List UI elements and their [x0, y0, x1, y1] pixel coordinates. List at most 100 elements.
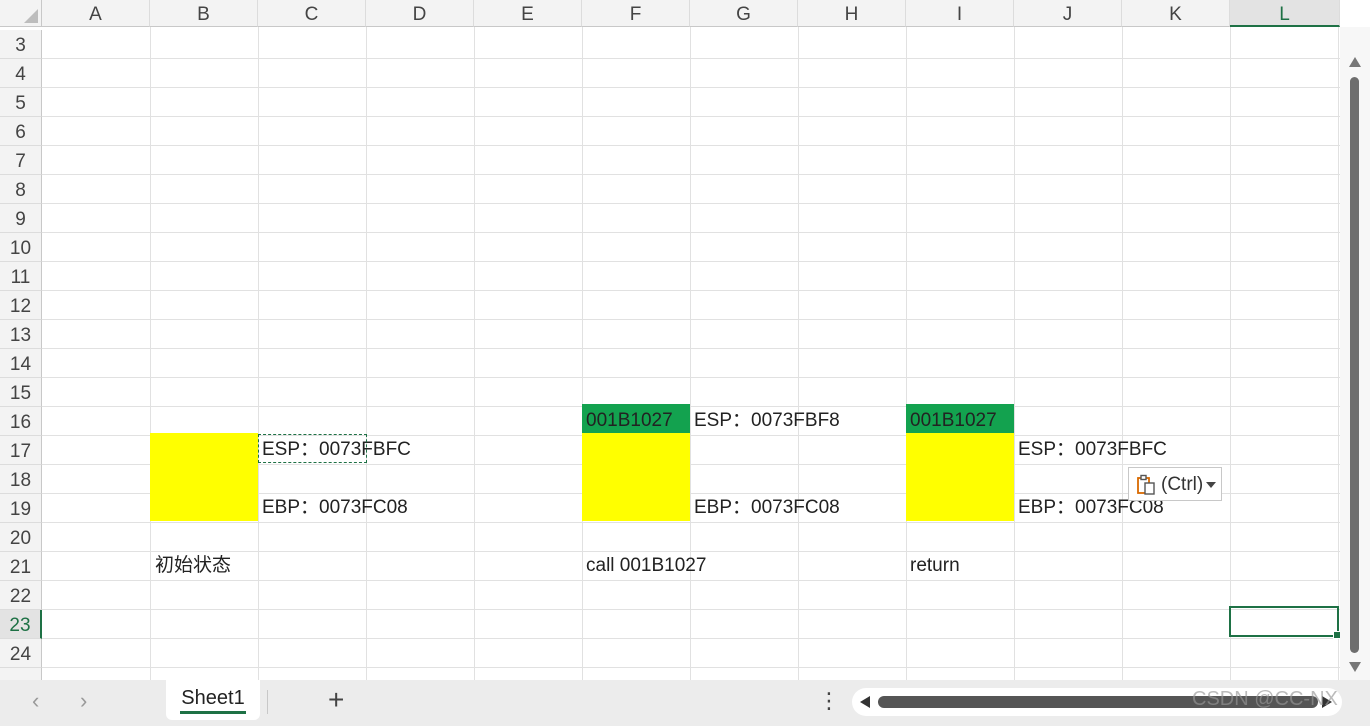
- row-header-16[interactable]: 16: [0, 407, 42, 436]
- paste-options-label: (Ctrl): [1161, 474, 1204, 495]
- row-header-15[interactable]: 15: [0, 378, 42, 407]
- column-header-e[interactable]: E: [474, 0, 582, 27]
- column-header-d[interactable]: D: [366, 0, 474, 27]
- cell-f21[interactable]: call 001B1027: [586, 551, 706, 580]
- scroll-up-icon[interactable]: [1349, 57, 1361, 67]
- next-sheet-icon[interactable]: ›: [80, 690, 87, 712]
- row-header-8[interactable]: 8: [0, 175, 42, 204]
- column-header-l[interactable]: L: [1230, 0, 1340, 27]
- row-header-6[interactable]: 6: [0, 117, 42, 146]
- row-header-12[interactable]: 12: [0, 291, 42, 320]
- row-header-19[interactable]: 19: [0, 494, 42, 523]
- cell-b21[interactable]: 初始状态: [155, 551, 231, 580]
- row-header-4[interactable]: 4: [0, 59, 42, 88]
- row-header-25[interactable]: [0, 668, 42, 680]
- column-header-c[interactable]: C: [258, 0, 366, 27]
- gridline: [42, 580, 1340, 581]
- gridline: [42, 609, 1340, 610]
- sheet-tab-bar: ‹ › Sheet1 + ⋮: [0, 680, 1370, 726]
- vertical-scrollbar[interactable]: [1340, 27, 1370, 680]
- copy-marquee: [258, 434, 367, 463]
- row-header-7[interactable]: 7: [0, 146, 42, 175]
- gridline: [42, 377, 1340, 378]
- gridline: [1338, 27, 1339, 680]
- cell-i16[interactable]: 001B1027: [910, 406, 997, 435]
- row-header-20[interactable]: 20: [0, 523, 42, 552]
- column-header-a[interactable]: A: [42, 0, 150, 27]
- vertical-scroll-thumb[interactable]: [1350, 77, 1359, 653]
- gridline: [798, 27, 799, 680]
- paste-options-button[interactable]: (Ctrl): [1128, 467, 1222, 501]
- yellow-block-initial[interactable]: [150, 433, 258, 521]
- column-header-f[interactable]: F: [582, 0, 690, 27]
- active-tab-underline: [180, 711, 246, 714]
- gridline: [150, 27, 151, 680]
- sheet-tab-label: Sheet1: [181, 687, 245, 709]
- add-sheet-button[interactable]: +: [328, 684, 344, 716]
- gridline: [42, 87, 1340, 88]
- row-header-5[interactable]: 5: [0, 88, 42, 117]
- row-header-17[interactable]: 17: [0, 436, 42, 465]
- row-header-3[interactable]: 3: [0, 30, 42, 59]
- yellow-block-call[interactable]: [582, 433, 690, 521]
- chevron-down-icon: [1206, 482, 1216, 488]
- cell-j17[interactable]: ESP：0073FBFC: [1018, 435, 1167, 464]
- gridline: [906, 27, 907, 680]
- gridline: [1014, 27, 1015, 680]
- sheet-tab-sheet1[interactable]: Sheet1: [166, 680, 260, 720]
- gridline: [1122, 27, 1123, 680]
- gridline: [42, 203, 1340, 204]
- row-header-18[interactable]: 18: [0, 465, 42, 494]
- row-header-21[interactable]: 21: [0, 552, 42, 581]
- gridline: [42, 232, 1340, 233]
- row-header-24[interactable]: 24: [0, 639, 42, 668]
- gridline: [42, 116, 1340, 117]
- row-header-14[interactable]: 14: [0, 349, 42, 378]
- cell-g19[interactable]: EBP：0073FC08: [694, 493, 840, 522]
- column-header-g[interactable]: G: [690, 0, 798, 27]
- scroll-left-icon[interactable]: [860, 696, 870, 708]
- gridline: [42, 348, 1340, 349]
- column-header-b[interactable]: B: [150, 0, 258, 27]
- cell-i21[interactable]: return: [910, 551, 960, 580]
- scroll-down-icon[interactable]: [1349, 662, 1361, 672]
- gridline: [42, 145, 1340, 146]
- watermark: CSDN @CC-NX: [1192, 688, 1338, 710]
- gridline: [42, 667, 1340, 668]
- gridline: [42, 174, 1340, 175]
- column-header-h[interactable]: H: [798, 0, 906, 27]
- active-cell-l23[interactable]: [1229, 606, 1340, 639]
- cell-c19[interactable]: EBP：0073FC08: [262, 493, 408, 522]
- divider: [267, 690, 268, 714]
- row-header-22[interactable]: 22: [0, 581, 42, 610]
- gridline: [1230, 27, 1231, 680]
- gridline: [42, 319, 1340, 320]
- gridline: [42, 406, 1340, 407]
- column-header-i[interactable]: I: [906, 0, 1014, 27]
- column-header-k[interactable]: K: [1122, 0, 1230, 27]
- row-header-13[interactable]: 13: [0, 320, 42, 349]
- gridline: [366, 27, 367, 680]
- gridline: [42, 58, 1340, 59]
- gridline: [42, 638, 1340, 639]
- row-header-10[interactable]: 10: [0, 233, 42, 262]
- gridline: [42, 522, 1340, 523]
- row-header-23[interactable]: 23: [0, 610, 42, 639]
- select-all-triangle-icon: [24, 9, 38, 23]
- select-all-corner[interactable]: [0, 0, 42, 27]
- yellow-block-return[interactable]: [906, 433, 1014, 521]
- cell-f16[interactable]: 001B1027: [586, 406, 673, 435]
- row-header-9[interactable]: 9: [0, 204, 42, 233]
- spreadsheet-grid[interactable]: A B C D E F G H I J K L 3 4 5 6 7 8 9 10…: [0, 0, 1340, 680]
- prev-sheet-icon[interactable]: ‹: [32, 690, 39, 712]
- row-header-11[interactable]: 11: [0, 262, 42, 291]
- gridline: [474, 27, 475, 680]
- cell-g16[interactable]: ESP：0073FBF8: [694, 406, 840, 435]
- clipboard-icon: [1137, 474, 1155, 495]
- more-options-icon[interactable]: ⋮: [818, 688, 840, 714]
- column-header-j[interactable]: J: [1014, 0, 1122, 27]
- gridline: [42, 261, 1340, 262]
- gridline: [690, 27, 691, 680]
- fill-handle[interactable]: [1333, 631, 1340, 639]
- gridline: [42, 290, 1340, 291]
